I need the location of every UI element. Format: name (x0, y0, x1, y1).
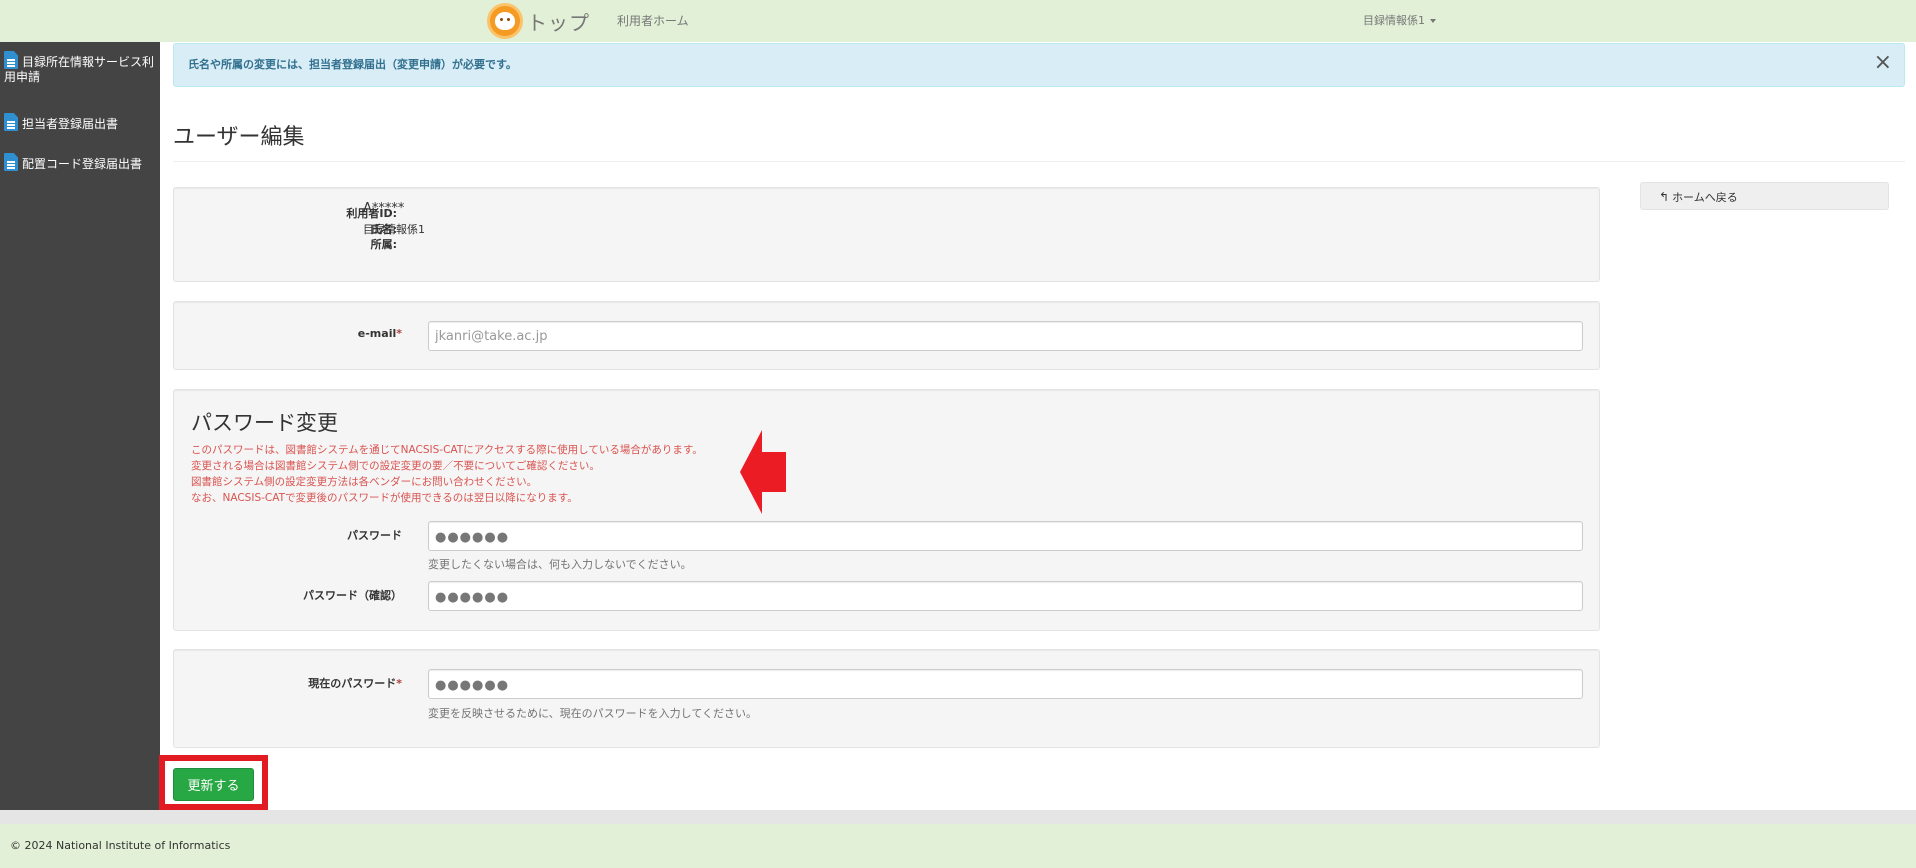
password-confirm-field[interactable]: ●●●●●● (428, 581, 1583, 611)
document-icon (4, 113, 18, 131)
info-alert: 氏名や所属の変更には、担当者登録届出（変更申請）が必要です。 × (173, 43, 1905, 87)
brand-link[interactable]: トップ (487, 2, 590, 40)
close-icon[interactable]: × (1874, 52, 1892, 74)
sidebar-item-label: 配置コード登録届出書 (22, 157, 143, 171)
password-change-panel: パスワード変更 このパスワードは、図書館システムを通じてNACSIS-CATにア… (173, 389, 1600, 631)
red-arrow-annotation-icon (740, 430, 786, 514)
page-title: ユーザー編集 (173, 125, 305, 150)
top-navbar: トップ 利用者ホーム 目録情報係1 (0, 0, 1916, 42)
brand-text: トップ (527, 10, 590, 35)
email-field[interactable] (428, 321, 1583, 351)
password-help-text: 変更したくない場合は、何も入力しないでください。 (428, 558, 692, 571)
document-icon (4, 153, 18, 171)
cat-logo-icon (487, 3, 523, 39)
sidebar-item-staff-registration[interactable]: 担当者登録届出書 (4, 113, 156, 132)
note-line: 変更される場合は図書館システム側での設定変更の要／不要についてご確認ください。 (191, 460, 600, 472)
document-icon (4, 51, 18, 69)
current-password-label: 現在のパスワード* (308, 677, 402, 690)
password-change-heading: パスワード変更 (191, 411, 338, 435)
password-field[interactable]: ●●●●●● (428, 521, 1583, 551)
sidebar-item-catalog-service-application[interactable]: 目録所在情報サービス利用申請 (4, 51, 156, 85)
name-value: 目録情報係1 (363, 223, 425, 236)
update-button[interactable]: 更新する (173, 768, 254, 801)
back-button-label: ホームへ戻る (1672, 191, 1738, 204)
footer-gap (0, 810, 1916, 824)
back-to-home-button[interactable]: ↰ ホームへ戻る (1640, 182, 1889, 210)
current-password-help-text: 変更を反映させるために、現在のパスワードを入力してください。 (428, 707, 758, 720)
affiliation-label: 所属: (370, 238, 397, 251)
nav-user-home-link[interactable]: 利用者ホーム (617, 12, 689, 29)
email-label: e-mail* (357, 327, 402, 340)
sidebar: 目録所在情報サービス利用申請 担当者登録届出書 配置コード登録届出書 (0, 42, 160, 810)
user-menu-label: 目録情報係1 (1363, 14, 1425, 27)
note-line: このパスワードは、図書館システムを通じてNACSIS-CATにアクセスする際に使… (191, 444, 703, 456)
sidebar-item-label: 担当者登録届出書 (22, 117, 119, 131)
sidebar-item-label: 目録所在情報サービス利用申請 (4, 55, 155, 84)
caret-down-icon (1430, 19, 1436, 23)
user-menu-dropdown[interactable]: 目録情報係1 (1363, 12, 1436, 28)
current-password-panel: 現在のパスワード* ●●●●●● 変更を反映させるために、現在のパスワードを入力… (173, 649, 1600, 748)
password-label: パスワード (347, 529, 402, 542)
sidebar-item-location-code-registration[interactable]: 配置コード登録届出書 (4, 153, 156, 172)
password-change-notes: このパスワードは、図書館システムを通じてNACSIS-CATにアクセスする際に使… (191, 442, 703, 506)
profile-panel: 利用者ID: A***** 氏名: 目録情報係1 所属: (173, 187, 1600, 282)
current-password-field[interactable]: ●●●●●● (428, 669, 1583, 699)
copyright-text: © 2024 National Institute of Informatics (10, 839, 231, 852)
footer: © 2024 National Institute of Informatics (0, 824, 1916, 868)
alert-text: 氏名や所属の変更には、担当者登録届出（変更申請）が必要です。 (188, 58, 517, 71)
title-divider (173, 161, 1905, 162)
note-line: 図書館システム側の設定変更方法は各ベンダーにお問い合わせください。 (191, 476, 538, 488)
email-panel: e-mail* (173, 301, 1600, 370)
reply-arrow-icon: ↰ (1659, 190, 1670, 204)
note-line: なお、NACSIS-CATで変更後のパスワードが使用できるのは翌日以降になります… (191, 492, 578, 504)
user-id-value: A***** (363, 201, 405, 216)
password-confirm-label: パスワード（確認） (303, 589, 402, 602)
